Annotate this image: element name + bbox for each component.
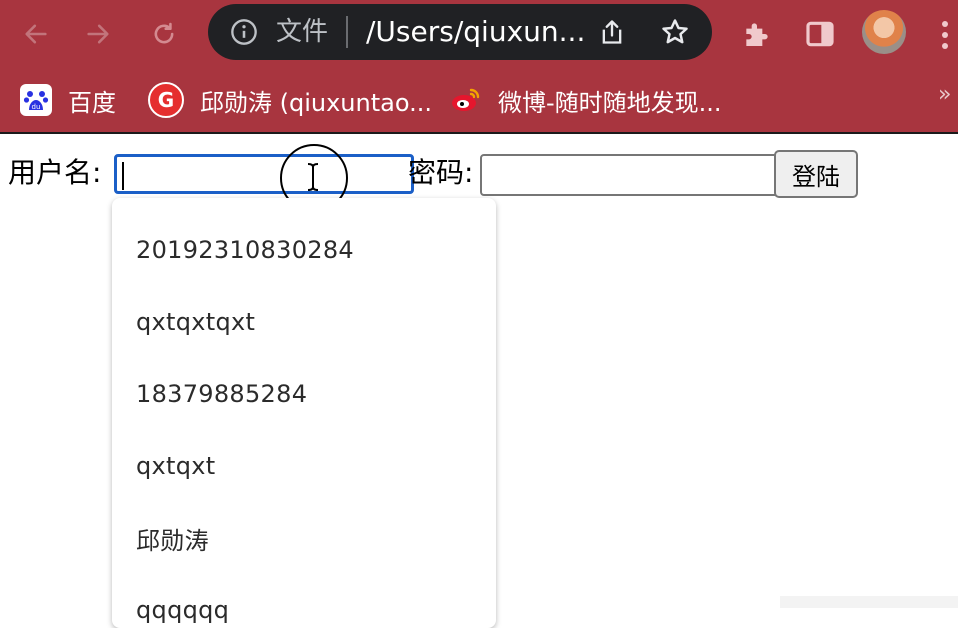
info-icon[interactable] — [230, 18, 258, 46]
suggestion-item[interactable]: qxtqxtqxt — [112, 286, 496, 358]
suggestion-text: qxtqxt — [136, 452, 216, 480]
reload-icon — [154, 22, 174, 44]
bookmarks-bar: du 百度 G 邱勋涛 (qiuxuntao... 微博-随时随地发现... » — [0, 68, 958, 134]
suggestion-item[interactable]: qxtqxt — [112, 430, 496, 502]
password-input[interactable] — [480, 154, 780, 196]
bookmarks-overflow-button[interactable]: » — [938, 82, 951, 107]
address-bar[interactable]: 文件 /Users/qiuxun... — [208, 4, 712, 60]
more-vertical-icon[interactable] — [940, 20, 950, 50]
file-scheme-label: 文件 — [276, 17, 329, 47]
browser-toolbar: 文件 /Users/qiuxun... — [0, 0, 958, 68]
suggestion-list: 20192310830284 qxtqxtqxt 18379885284 qxt… — [112, 198, 496, 628]
bookmark-weibo[interactable]: 微博-随时随地发现... — [450, 80, 722, 120]
omnibox-divider — [346, 16, 348, 48]
reload-button[interactable] — [144, 14, 184, 54]
suggestion-item[interactable]: 18379885284 — [112, 358, 496, 430]
login-button[interactable]: 登陆 — [774, 150, 858, 198]
baidu-icon: du — [20, 84, 52, 116]
forward-button[interactable] — [78, 14, 118, 54]
suggestion-text: 20192310830284 — [136, 236, 354, 264]
profile-avatar[interactable] — [862, 10, 906, 54]
url-text[interactable]: /Users/qiuxun... — [366, 12, 585, 52]
suggestion-text: 18379885284 — [136, 380, 308, 408]
bookmark-baidu[interactable]: du 百度 — [20, 80, 116, 120]
arrow-right-icon — [87, 24, 109, 44]
suggestion-item[interactable]: 邱勋涛 — [112, 502, 496, 574]
suggestion-item[interactable]: 20192310830284 — [112, 214, 496, 286]
weibo-icon — [450, 84, 482, 116]
suggestion-item[interactable]: qqqqqq — [112, 574, 496, 628]
suggestion-text: 邱勋涛 — [136, 526, 209, 555]
page-footer-shade — [780, 596, 958, 608]
username-label: 用户名: — [8, 156, 102, 189]
svg-text:du: du — [32, 103, 41, 111]
bookmark-label: 微博-随时随地发现... — [498, 88, 722, 117]
bookmark-qiuxuntao[interactable]: G 邱勋涛 (qiuxuntao... — [148, 80, 432, 120]
g-logo-icon: G — [148, 82, 184, 118]
suggestion-text: qxtqxtqxt — [136, 308, 256, 336]
bookmark-label: 百度 — [68, 88, 116, 117]
star-icon[interactable] — [660, 17, 690, 47]
text-cursor-icon — [307, 163, 319, 191]
autocomplete-dropdown: 20192310830284 qxtqxtqxt 18379885284 qxt… — [112, 198, 496, 628]
side-panel-icon[interactable] — [804, 18, 836, 50]
share-icon[interactable] — [598, 18, 626, 46]
puzzle-icon[interactable] — [740, 18, 774, 50]
password-label: 密码: — [408, 156, 474, 189]
username-input[interactable] — [114, 154, 414, 194]
text-caret — [122, 162, 124, 190]
bookmark-label: 邱勋涛 (qiuxuntao... — [200, 88, 432, 117]
back-button[interactable] — [16, 14, 56, 54]
arrow-left-icon — [25, 24, 47, 44]
suggestion-text: qqqqqq — [136, 596, 230, 624]
